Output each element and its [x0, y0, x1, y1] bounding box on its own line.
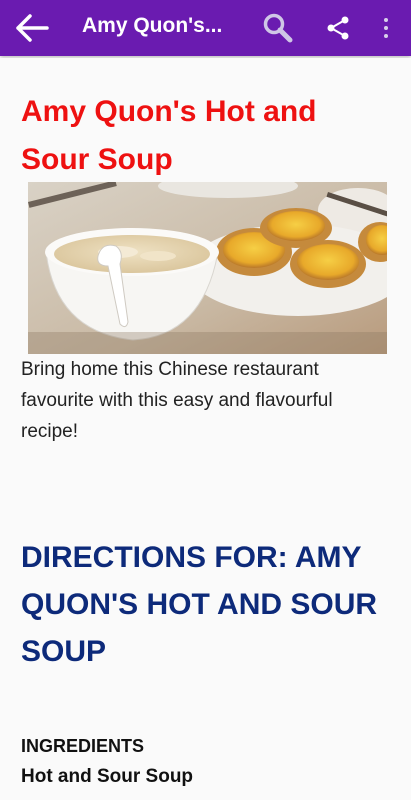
share-icon[interactable]	[314, 0, 362, 56]
recipe-title: Amy Quon's Hot and Sour Soup	[21, 95, 317, 176]
recipe-photo	[28, 182, 387, 354]
recipe-content[interactable]: Amy Quon's Hot and Sour Soup Bring home …	[0, 58, 411, 800]
search-icon[interactable]	[254, 0, 302, 56]
back-arrow-icon[interactable]	[8, 0, 56, 56]
ingredients-label: INGREDIENTS	[21, 736, 145, 756]
recipe-description: Bring home this Chinese restaurant favou…	[21, 359, 333, 442]
directions-heading: DIRECTIONS FOR: AMY QUON'S HOT AND SOUR …	[21, 541, 378, 668]
ingredients-section-title: Hot and Sour Soup	[21, 766, 194, 787]
app-bar-title: Amy Quon's...	[82, 14, 223, 37]
app-bar: Amy Quon's...	[0, 0, 411, 56]
more-vert-icon[interactable]	[362, 0, 410, 56]
